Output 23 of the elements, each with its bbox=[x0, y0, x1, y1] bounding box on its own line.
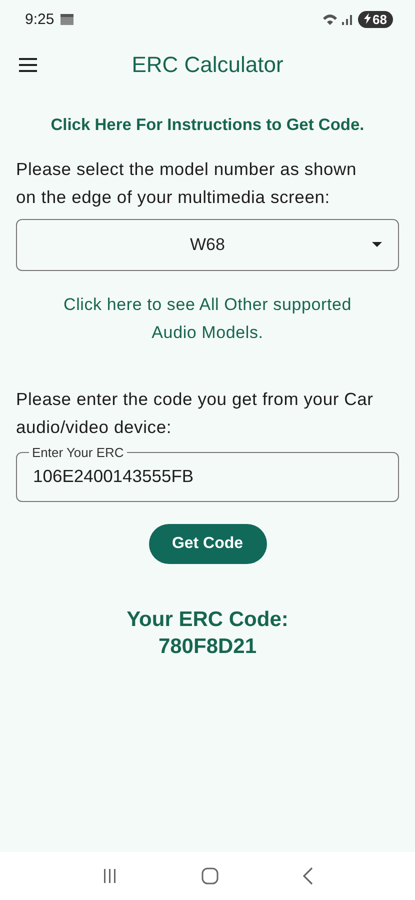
wifi-icon bbox=[322, 12, 338, 26]
code-prompt: Please enter the code you get from your Car audio/video device: bbox=[16, 388, 374, 439]
calendar-icon bbox=[60, 12, 74, 26]
model-prompt: Please select the model number as shown on the edge of your multimedia screen: bbox=[16, 158, 358, 209]
home-icon[interactable] bbox=[200, 867, 218, 885]
erc-field[interactable]: Enter Your ERC 106E2400143555FB bbox=[16, 445, 399, 502]
result-code: 780F8D21 bbox=[158, 634, 257, 660]
signal-icon bbox=[342, 13, 354, 25]
field-label: Enter Your ERC bbox=[31, 445, 125, 460]
get-code-button[interactable]: Get Code bbox=[148, 524, 266, 564]
instructions-link[interactable]: Click Here For Instructions to Get Code. bbox=[16, 116, 399, 135]
app-title: ERC Calculator bbox=[130, 52, 284, 78]
recent-apps-icon[interactable] bbox=[102, 868, 118, 884]
result-label: Your ERC Code: bbox=[126, 607, 288, 633]
charging-icon bbox=[364, 12, 371, 24]
status-time: 9:25 bbox=[25, 10, 54, 28]
models-link[interactable]: Click here to see All Other supported Audio Models. bbox=[56, 291, 359, 347]
battery-level: 68 bbox=[358, 10, 393, 28]
erc-input-field[interactable]: 106E2400143555FB bbox=[33, 460, 382, 487]
model-dropdown[interactable]: W68 bbox=[16, 219, 399, 271]
back-icon[interactable] bbox=[302, 867, 314, 885]
caret-icon bbox=[372, 242, 382, 247]
menu-icon[interactable] bbox=[16, 56, 40, 74]
